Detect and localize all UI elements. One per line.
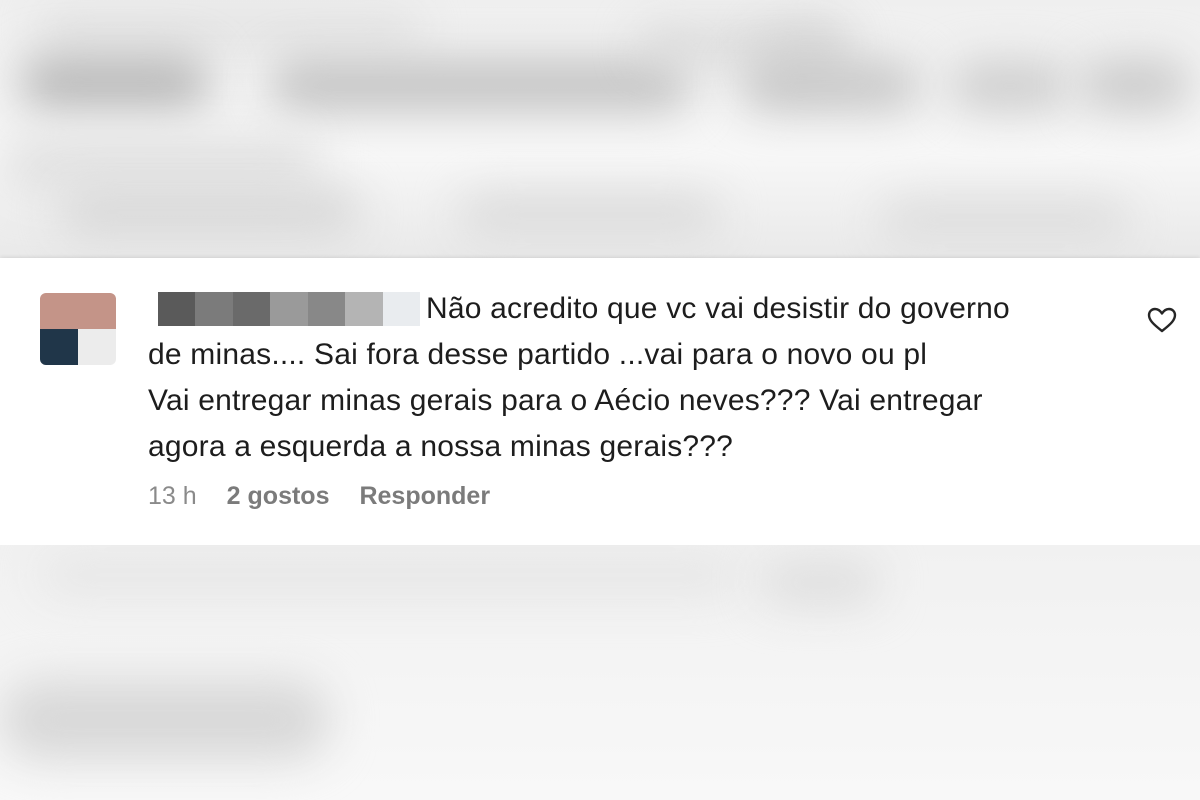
screenshot-stage: Não acredito que vc vai desistir do gove… [0,0,1200,800]
comment-line: agora a esquerda a nossa minas gerais??? [148,430,734,463]
blurred-background-bottom [0,545,1200,800]
comment-line: Não acredito que vc vai desistir do gove… [148,286,1108,332]
comment-card: Não acredito que vc vai desistir do gove… [0,258,1200,545]
blurred-background-top [0,0,1200,258]
comment-time: 13 h [148,482,197,510]
heart-outline-icon[interactable] [1146,304,1178,336]
comment-body: Não acredito que vc vai desistir do gove… [148,286,1108,470]
comment-line-text: Não acredito que vc vai desistir do gove… [426,292,1010,325]
reply-button[interactable]: Responder [359,482,490,511]
likes-count-link[interactable]: 2 gostos [227,482,330,511]
avatar[interactable] [40,293,116,365]
comment-line: Vai entregar minas gerais para o Aécio n… [148,384,983,417]
comment-meta: 13 h 2 gostos Responder [148,482,490,511]
comment-line: de minas.... Sai fora desse partido ...v… [148,338,928,371]
